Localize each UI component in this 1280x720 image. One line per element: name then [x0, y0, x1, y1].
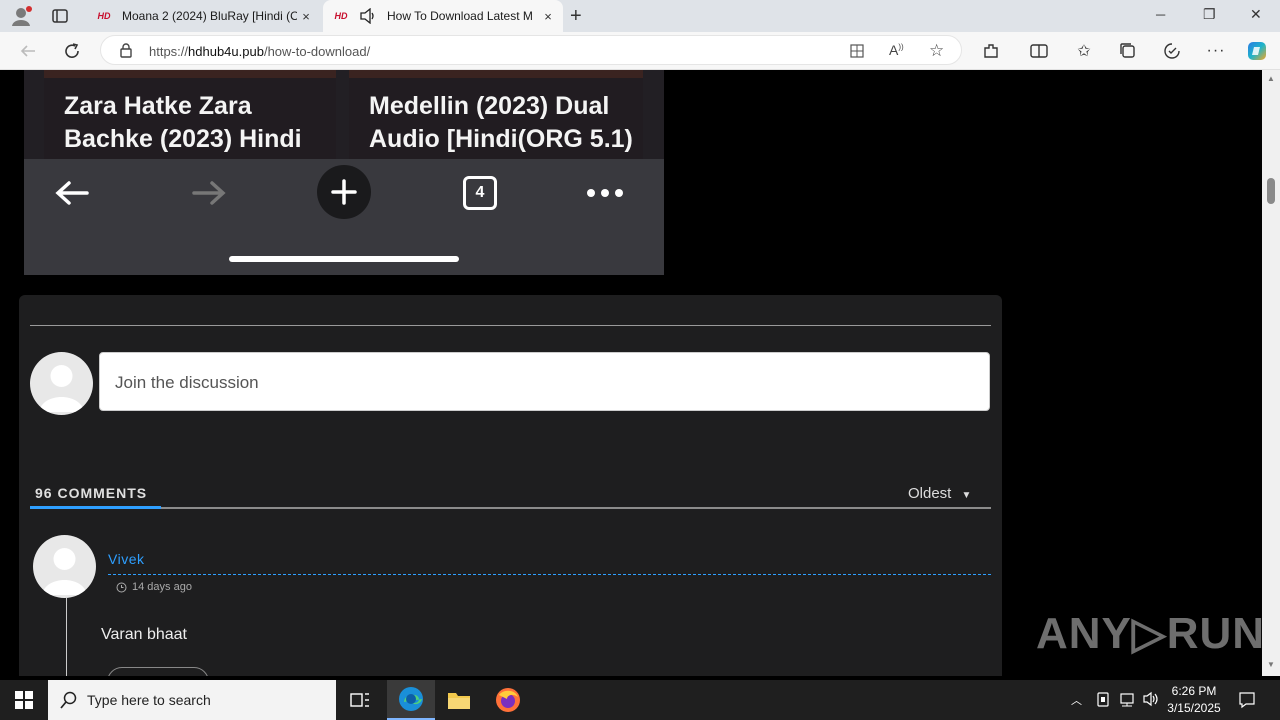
- windows-start-icon[interactable]: [0, 680, 48, 720]
- scroll-up-icon[interactable]: ▲: [1267, 74, 1275, 83]
- clock-icon: [116, 582, 127, 592]
- caret-down-icon: ▼: [961, 490, 972, 501]
- reply-button[interactable]: Reply: [107, 667, 209, 676]
- web-page: Zara Hatke Zara Bachke (2023) Hindi Mede…: [4, 70, 1262, 676]
- browser-essentials-icon[interactable]: [1161, 40, 1183, 62]
- comment-input-placeholder: Join the discussion: [115, 373, 259, 392]
- url-host: hdhub4u.pub: [188, 44, 264, 59]
- extensions-icon[interactable]: [980, 40, 1002, 62]
- taskbar-search[interactable]: Type here to search: [48, 680, 336, 720]
- tab-actions-icon[interactable]: [51, 8, 69, 24]
- thread-line: [66, 598, 67, 676]
- url-text[interactable]: https://hdhub4u.pub/how-to-download/: [149, 44, 370, 59]
- favorites-icon[interactable]: ✩: [1073, 40, 1095, 62]
- user-avatar: [30, 352, 93, 415]
- tab-strip: HD Moana 2 (2024) BluRay [Hindi (ORG × H…: [0, 0, 1280, 32]
- comments-panel: Join the discussion 96 COMMENTS Oldest ▼…: [19, 295, 1002, 676]
- plus-icon: [317, 165, 371, 219]
- comments-tab-indicator: [30, 506, 161, 509]
- system-clock[interactable]: 6:26 PM 3/15/2025: [1162, 683, 1226, 717]
- tab-count-icon: 4: [461, 173, 499, 213]
- taskbar: Type here to search ︿ 6:26 PM 3/15/2025: [0, 680, 1280, 720]
- comment-timestamp[interactable]: 14 days ago: [116, 581, 192, 593]
- comments-tab-line: [30, 507, 991, 509]
- clock-time: 6:26 PM: [1171, 684, 1217, 698]
- forward-arrow-icon: [189, 173, 229, 213]
- minimize-button[interactable]: ─: [1156, 7, 1165, 22]
- sort-label: Oldest: [908, 485, 952, 502]
- movie-card-title: Zara Hatke Zara Bachke (2023) Hindi: [64, 92, 302, 153]
- comment-count[interactable]: 96 COMMENTS: [35, 485, 147, 501]
- comment-body: Varan bhaat: [101, 626, 187, 643]
- divider: [30, 325, 991, 326]
- more-dots-icon: [584, 173, 626, 213]
- home-indicator: [229, 256, 459, 262]
- url-path: /how-to-download/: [263, 44, 371, 59]
- chevron-up-icon[interactable]: ︿: [1071, 692, 1082, 708]
- volume-icon[interactable]: [1142, 691, 1160, 712]
- clock-date: 3/15/2025: [1167, 701, 1221, 715]
- browser-toolbar: https://hdhub4u.pub/how-to-download/ A))…: [0, 32, 1280, 70]
- close-tab-icon[interactable]: ×: [541, 9, 555, 24]
- device-icon[interactable]: [1096, 692, 1110, 713]
- close-tab-icon[interactable]: ×: [299, 9, 313, 24]
- more-menu-icon[interactable]: ···: [1205, 40, 1227, 62]
- author-underline: [108, 574, 991, 575]
- scrollbar-thumb[interactable]: [1267, 178, 1275, 204]
- notification-icon[interactable]: [1238, 691, 1256, 714]
- copilot-icon[interactable]: [1246, 40, 1268, 62]
- comment-count-number: 96: [35, 485, 53, 501]
- movie-card: Medellin (2023) Dual Audio [Hindi(ORG 5.…: [349, 70, 643, 159]
- split-screen-icon[interactable]: [1028, 40, 1050, 62]
- tab-title: Moana 2 (2024) BluRay [Hindi (ORG: [122, 9, 297, 23]
- address-bar[interactable]: https://hdhub4u.pub/how-to-download/ A))…: [100, 35, 962, 65]
- sort-dropdown[interactable]: Oldest ▼: [908, 485, 971, 502]
- tab-how-to-download[interactable]: HD How To Download Latest M ×: [323, 0, 563, 32]
- tab-moana[interactable]: HD Moana 2 (2024) BluRay [Hindi (ORG ×: [86, 0, 321, 32]
- page-scrollbar[interactable]: ▲ ▼: [1262, 70, 1280, 676]
- back-arrow-icon: [52, 173, 92, 213]
- hdhub-favicon-icon: HD: [97, 11, 111, 21]
- refresh-icon[interactable]: [61, 40, 83, 62]
- new-tab-button[interactable]: +: [570, 5, 582, 28]
- lock-icon[interactable]: [119, 43, 133, 63]
- speaker-icon[interactable]: [359, 8, 377, 24]
- tab-title: How To Download Latest M: [387, 9, 533, 23]
- favorite-star-icon[interactable]: ☆: [929, 41, 944, 61]
- task-view-icon[interactable]: [336, 680, 384, 720]
- article-screenshot: Zara Hatke Zara Bachke (2023) Hindi Mede…: [24, 70, 664, 275]
- collections-icon[interactable]: [1117, 40, 1139, 62]
- profile-icon[interactable]: [10, 5, 32, 27]
- comment-time: 14 days ago: [132, 581, 192, 593]
- mobile-nav-bar: 4: [24, 159, 664, 275]
- close-window-button[interactable]: ✕: [1250, 6, 1262, 23]
- comment-count-label: COMMENTS: [57, 485, 148, 501]
- read-aloud-icon[interactable]: A)): [889, 42, 904, 58]
- edge-taskbar-icon[interactable]: [387, 680, 435, 720]
- commenter-avatar[interactable]: [33, 535, 96, 598]
- network-icon[interactable]: [1118, 692, 1136, 713]
- tab-count: 4: [463, 176, 497, 210]
- firefox-icon[interactable]: [484, 680, 532, 720]
- movie-card-title: Medellin (2023) Dual Audio [Hindi(ORG 5.…: [369, 92, 633, 153]
- restore-button[interactable]: ❐: [1203, 6, 1216, 23]
- comment-author[interactable]: Vivek: [108, 551, 144, 567]
- anyrun-watermark: ANY▷RUN: [1036, 609, 1266, 658]
- comment-input[interactable]: Join the discussion: [99, 352, 990, 411]
- search-placeholder: Type here to search: [87, 692, 211, 708]
- back-icon[interactable]: [17, 40, 39, 62]
- hdhub-favicon-icon: HD: [334, 11, 348, 21]
- movie-card: Zara Hatke Zara Bachke (2023) Hindi: [44, 70, 336, 159]
- app-available-icon[interactable]: [849, 43, 865, 64]
- file-explorer-icon[interactable]: [435, 680, 483, 720]
- search-icon: [60, 691, 78, 712]
- url-scheme: https://: [149, 44, 189, 59]
- scroll-down-icon[interactable]: ▼: [1267, 660, 1275, 669]
